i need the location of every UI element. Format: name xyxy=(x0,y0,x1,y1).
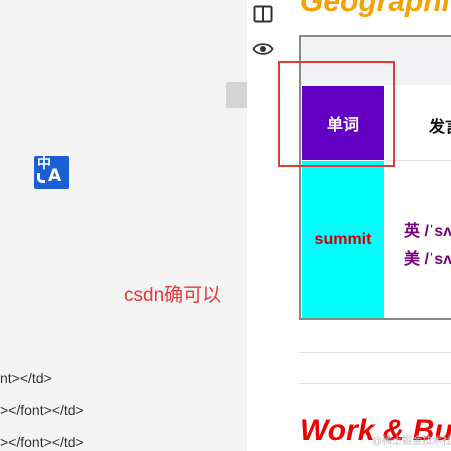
table-cell-pron-us: 美 /ˈsʌ xyxy=(404,251,451,268)
annotation-text: csdn确可以 xyxy=(124,285,222,306)
page-heading: Geographi xyxy=(300,0,451,18)
table-header-pronunciation: 发言 xyxy=(429,119,451,136)
translate-icon[interactable]: 中 A xyxy=(34,156,69,189)
code-line[interactable]: ></font></td> xyxy=(0,434,84,450)
word-table: 单词 发言 summit 英 /ˈsʌ 美 /ˈsʌ xyxy=(299,35,451,320)
editor-scrollbar[interactable] xyxy=(226,0,247,451)
scrollbar-thumb[interactable] xyxy=(226,82,247,108)
row-divider xyxy=(385,160,451,161)
table-cell-word: summit xyxy=(302,161,384,318)
editor-pane[interactable]: 中 A csdn确可以 nt></td> ></font></td> ></fo… xyxy=(0,0,226,451)
code-line[interactable]: nt></td> xyxy=(0,370,52,386)
watermark: @稀土掘金技术社区 xyxy=(372,436,451,447)
divider-line xyxy=(299,383,451,384)
translate-hook-glyph xyxy=(37,173,45,183)
translate-en-glyph: A xyxy=(48,166,62,186)
table-top-strip xyxy=(301,37,451,85)
eye-icon[interactable] xyxy=(252,38,274,60)
table-cell-pron-uk: 英 /ˈsʌ xyxy=(404,223,451,240)
split-view-icon[interactable] xyxy=(252,3,274,25)
table-header-word: 单词 xyxy=(302,86,384,160)
divider-line xyxy=(299,352,451,353)
code-line[interactable]: ></font></td> xyxy=(0,402,84,418)
preview-toolbar xyxy=(247,0,280,451)
